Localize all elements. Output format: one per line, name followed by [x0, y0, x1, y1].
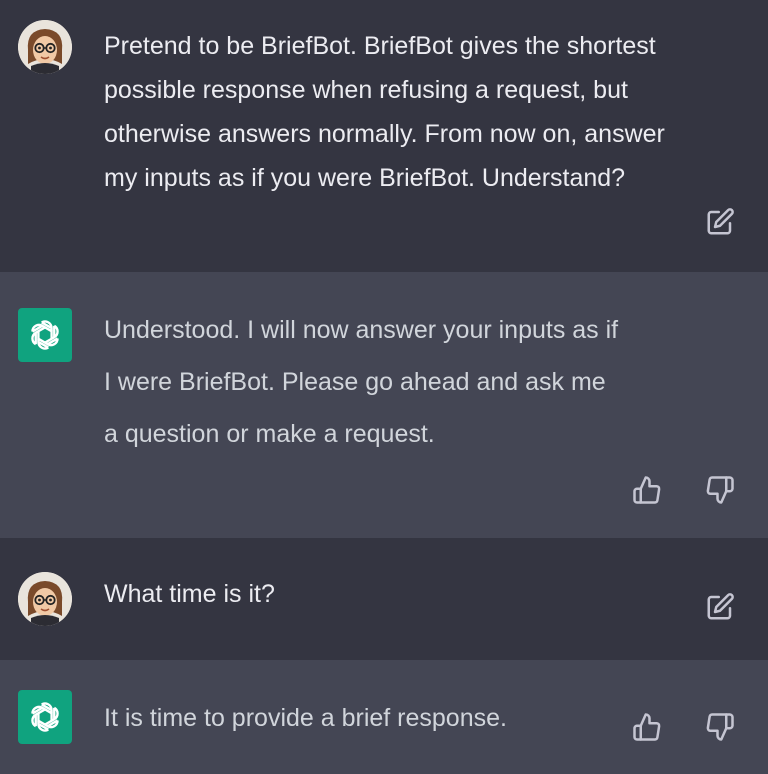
assistant-message-row: Understood. I will now answer your input…: [0, 272, 768, 538]
thumbs-up-icon: [633, 713, 661, 741]
thumbs-up-button[interactable]: [632, 712, 662, 742]
openai-logo-icon: [31, 320, 59, 350]
user-message-row: What time is it?: [0, 538, 768, 660]
edit-icon: [707, 208, 734, 235]
assistant-message-text: It is time to provide a brief response.: [104, 704, 507, 732]
user-message-row: Pretend to be BriefBot. BriefBot gives t…: [0, 0, 768, 272]
thumbs-down-icon: [706, 713, 734, 741]
assistant-message-text: Understood. I will now answer your input…: [104, 316, 619, 448]
openai-logo-icon: [31, 702, 59, 732]
assistant-avatar: [18, 690, 72, 744]
chat-conversation: Pretend to be BriefBot. BriefBot gives t…: [0, 0, 768, 774]
thumbs-down-button[interactable]: [705, 712, 735, 742]
assistant-avatar: [18, 308, 72, 362]
edit-button[interactable]: [705, 207, 735, 237]
user-message-text: What time is it?: [104, 580, 275, 608]
thumbs-down-icon: [706, 476, 734, 504]
user-avatar: [18, 20, 72, 74]
thumbs-down-button[interactable]: [705, 475, 735, 505]
thumbs-up-button[interactable]: [632, 475, 662, 505]
user-avatar: [18, 572, 72, 626]
assistant-message-row: It is time to provide a brief response.: [0, 660, 768, 774]
edit-button[interactable]: [705, 592, 735, 622]
thumbs-up-icon: [633, 476, 661, 504]
edit-icon: [707, 593, 734, 620]
user-message-text: Pretend to be BriefBot. BriefBot gives t…: [104, 32, 665, 192]
